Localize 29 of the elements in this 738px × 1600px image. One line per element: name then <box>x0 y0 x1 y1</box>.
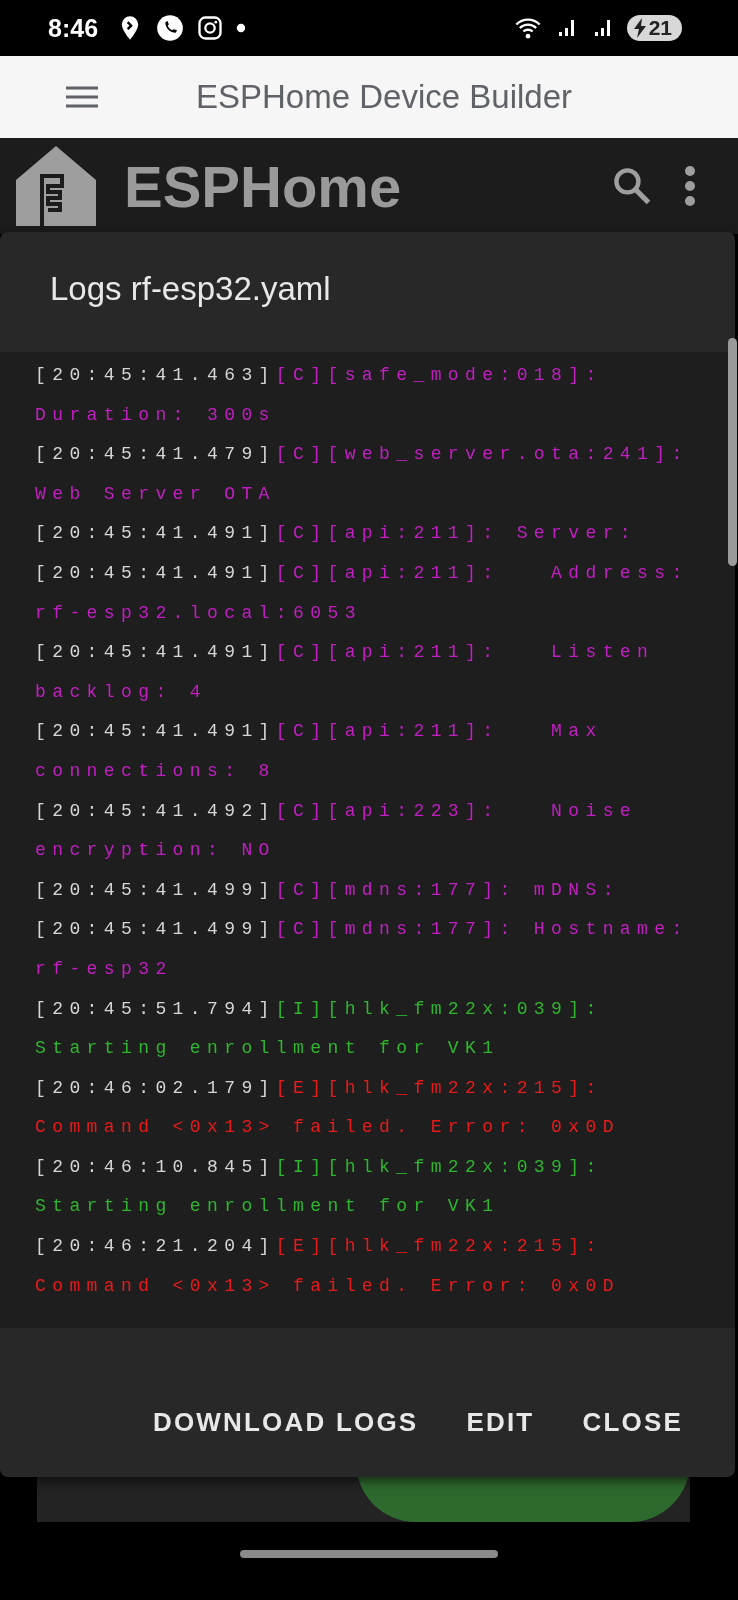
house-logo-icon <box>16 146 96 226</box>
camera-icon <box>196 14 225 42</box>
log-entry: [20:45:41.491][C][api:211]: Listen backlog: 4 <box>35 641 656 704</box>
phone-icon <box>156 14 185 42</box>
log-entry: [20:45:41.491][C][api:211]: Address: rf-esp32.local:6053 <box>35 561 690 625</box>
scrollbar[interactable] <box>728 338 737 566</box>
log-entry: [20:46:10.845][I][hlk_fm22x:039]: Starting enrollment for VK1 <box>35 1155 604 1219</box>
battery-indicator: 21 <box>626 15 682 41</box>
log-entry: [20:45:41.499][C][mdns:177]: Hostname: rf-esp32 <box>35 918 690 981</box>
bolt-icon <box>632 18 647 38</box>
log-entry: [20:45:41.479][C][web_server.ota:241]: Web Server OTA <box>35 443 690 506</box>
log-entry: [20:45:41.463][C][safe_mode:018]: Duration: 300s <box>35 364 604 427</box>
clock: 8:46 <box>48 13 99 43</box>
menu-icon[interactable] <box>66 85 98 109</box>
log-entry: [20:46:21.204][E][hlk_fm22x:215]: Command <0x13> failed. Error: 0x0D <box>35 1235 621 1298</box>
log-entry: [20:45:41.499][C][mdns:177]: mDNS: <box>35 878 621 902</box>
brand-name: ESPHome <box>124 152 402 220</box>
more-icon[interactable] <box>682 164 698 208</box>
log-entry: [20:45:51.794][I][hlk_fm22x:039]: Starting enrollment for VK1 <box>35 997 604 1061</box>
dot-icon <box>236 23 247 33</box>
log-entry: [20:45:41.491][C][api:211]: Server: <box>35 522 639 546</box>
download-logs-button[interactable]: DOWNLOAD LOGS <box>136 1397 435 1448</box>
dialog-title: Logs rf-esp32.yaml <box>49 269 332 309</box>
app-title: ESPHome Device Builder <box>196 78 572 116</box>
edit-button[interactable]: EDIT <box>450 1397 551 1448</box>
log-entry: [20:45:41.492][C][api:223]: Noise encryption: NO <box>35 799 639 863</box>
log-entry: [20:46:02.179][E][hlk_fm22x:215]: Command <0x13> failed. Error: 0x0D <box>35 1076 621 1140</box>
close-button[interactable]: CLOSE <box>566 1397 699 1448</box>
log-entry: [20:45:41.491][C][api:211]: Max connections: 8 <box>35 720 604 783</box>
